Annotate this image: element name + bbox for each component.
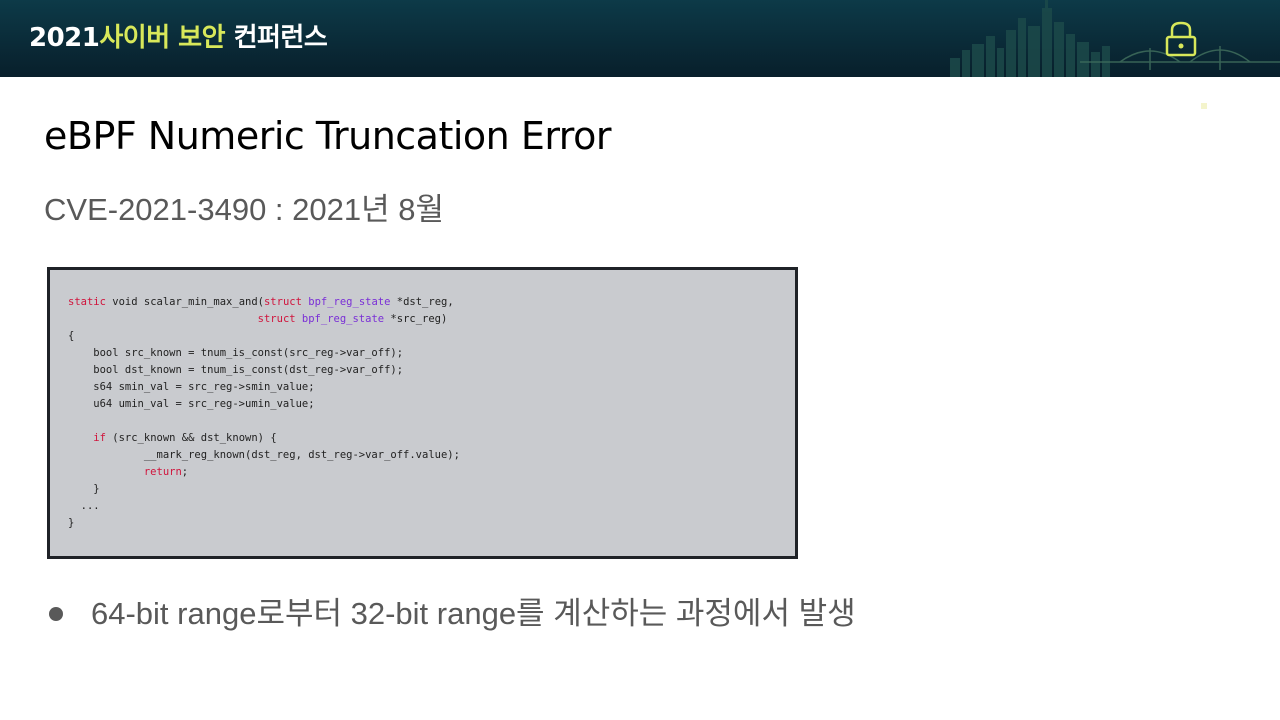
slide-subtitle: CVE-2021-3490 : 2021년 8월 [44,192,445,227]
code-keyword: static [68,296,106,308]
code-line: u64 umin_val = src_reg->umin_value; [68,398,315,410]
code-type: bpf_reg_state [295,313,385,325]
code-keyword: struct [263,296,302,308]
code-text: (src_known && dst_known) { [105,432,277,444]
bullet-text: 64-bit range로부터 32-bit range를 계산하는 과정에서 … [91,596,856,631]
header-bar: 2021사이버 보안 컨퍼런스 [0,0,1280,77]
bullet-dot-icon [49,607,63,621]
code-keyword: if [93,432,106,444]
brand-rest: 컨퍼런스 [225,23,328,53]
code-block: static void scalar_min_max_and(struct bp… [68,294,460,532]
code-line: bool src_known = tnum_is_const(src_reg->… [68,347,404,359]
code-line: } [68,517,75,529]
code-type: bpf_reg_state [301,296,391,308]
code-text: ; [181,466,189,478]
decorative-dot [1201,103,1207,109]
code-text: *src_reg) [384,313,448,325]
code-line: s64 smin_val = src_reg->smin_value; [68,381,315,393]
code-line: } [68,483,100,495]
conference-logo-text: 2021사이버 보안 컨퍼런스 [29,20,328,56]
code-text: *dst_reg, [390,296,454,308]
brand-year: 2021 [29,23,100,53]
code-line: ... [68,500,100,512]
code-snippet-panel: static void scalar_min_max_and(struct bp… [47,267,798,559]
city-skyline-graphic [950,0,1280,77]
code-line: bool dst_known = tnum_is_const(dst_reg->… [68,364,404,376]
lock-icon [1165,21,1197,57]
code-line: __mark_reg_known(dst_reg, dst_reg->var_o… [68,449,460,461]
code-keyword: struct [257,313,296,325]
code-line: { [68,330,75,342]
brand-accent: 사이버 보안 [99,23,226,53]
code-text: void scalar_min_max_and( [105,296,264,308]
code-keyword: return [143,466,182,478]
slide-title: eBPF Numeric Truncation Error [44,114,611,158]
